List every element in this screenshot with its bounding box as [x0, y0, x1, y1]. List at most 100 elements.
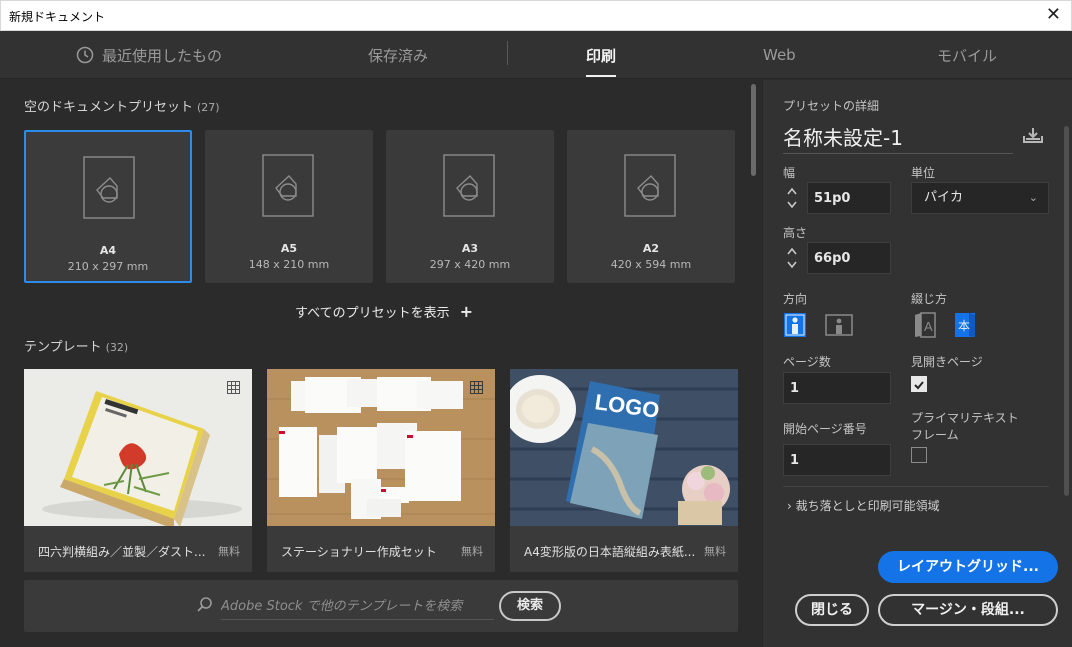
- width-field[interactable]: [807, 182, 891, 214]
- preset-details-panel: プリセットの詳細 名称未設定-1 幅 単位 パイカ ⌄ 高さ 方向 綴じ方 A: [762, 80, 1072, 647]
- tab-web[interactable]: Web: [763, 31, 796, 79]
- template-price: 無料: [218, 545, 240, 558]
- portrait-orientation-icon[interactable]: [783, 312, 807, 338]
- facing-pages-checkbox[interactable]: [911, 376, 927, 392]
- binding-label: 綴じ方: [911, 292, 948, 306]
- preset-size: 297 x 420 mm: [429, 258, 511, 271]
- grid-icon: [227, 381, 240, 394]
- chevron-right-icon: ›: [787, 499, 792, 513]
- category-tabs: 最近使用したもの 保存済み 印刷 Web モバイル: [0, 31, 1072, 79]
- template-name: A4変形版の日本語縦組み表紙...: [524, 545, 696, 559]
- tab-recent[interactable]: 最近使用したもの: [76, 31, 222, 79]
- save-preset-icon[interactable]: [1021, 126, 1045, 144]
- left-panel: 空のドキュメントプリセット (27) A4 210 x 297 mm A5 148…: [0, 80, 762, 647]
- width-label: 幅: [783, 166, 796, 180]
- bleed-slug-label: 裁ち落としと印刷可能領域: [795, 499, 940, 513]
- bleed-slug-toggle[interactable]: › 裁ち落としと印刷可能領域: [787, 497, 940, 514]
- left-binding-icon[interactable]: A: [913, 312, 937, 338]
- tab-saved[interactable]: 保存済み: [368, 31, 428, 79]
- primary-text-frame-label-line1: プライマリテキスト: [911, 411, 1019, 425]
- facing-pages-label: 見開きページ: [911, 355, 983, 369]
- stock-search-input[interactable]: [221, 594, 494, 620]
- template-card-stationery[interactable]: ステーショナリー作成セット 無料: [267, 369, 495, 572]
- preset-name: A2: [642, 242, 660, 255]
- preset-name: A5: [280, 242, 298, 255]
- tab-mobile[interactable]: モバイル: [937, 31, 997, 79]
- width-stepper[interactable]: [785, 184, 799, 212]
- document-name-underline: [783, 153, 1013, 154]
- preset-name: A3: [461, 242, 479, 255]
- unit-select-value: パイカ: [924, 190, 964, 205]
- document-preset-icon: [443, 154, 495, 217]
- template-price: 無料: [704, 545, 726, 558]
- document-preset-icon: [624, 154, 676, 217]
- window-title: 新規ドキュメント: [9, 10, 106, 24]
- presets-count: (27): [197, 101, 220, 114]
- primary-text-frame-label: プライマリテキスト フレーム: [911, 409, 1019, 443]
- height-field[interactable]: [807, 242, 891, 274]
- preset-size: 148 x 210 mm: [248, 258, 330, 271]
- document-name[interactable]: 名称未設定-1: [783, 122, 903, 151]
- template-thumbnail: [24, 369, 252, 526]
- title-bar: 新規ドキュメント ✕: [0, 0, 1072, 31]
- checkmark-icon: [914, 381, 924, 390]
- book-cover-image: [24, 369, 252, 526]
- preset-a2[interactable]: A2 420 x 594 mm: [567, 130, 735, 283]
- right-binding-icon[interactable]: 本: [953, 312, 977, 338]
- left-scrollbar[interactable]: [751, 84, 756, 176]
- magazine-image: LOGO: [510, 369, 738, 526]
- unit-select[interactable]: パイカ ⌄: [911, 182, 1049, 214]
- plus-icon: +: [459, 302, 473, 321]
- presets-title: 空のドキュメントプリセット: [24, 100, 194, 115]
- preset-a4[interactable]: A4 210 x 297 mm: [24, 130, 192, 283]
- unit-label: 単位: [911, 166, 936, 180]
- height-stepper[interactable]: [785, 244, 799, 272]
- templates-heading: テンプレート (32): [24, 336, 128, 355]
- template-price: 無料: [461, 545, 483, 558]
- stock-search-bar: 検索: [24, 580, 738, 632]
- right-scrollbar[interactable]: [1064, 126, 1069, 496]
- primary-text-frame-checkbox[interactable]: [911, 447, 927, 463]
- tab-divider: [507, 41, 508, 65]
- preset-a5[interactable]: A5 148 x 210 mm: [205, 130, 373, 283]
- template-name: ステーショナリー作成セット: [281, 545, 437, 559]
- template-thumbnail: [267, 369, 495, 526]
- svg-text:本: 本: [958, 319, 970, 333]
- chevron-down-icon: ⌄: [1028, 191, 1038, 204]
- pages-label: ページ数: [783, 355, 831, 369]
- stationery-image: [267, 369, 495, 526]
- preset-size: 210 x 297 mm: [67, 260, 149, 273]
- clock-icon: [76, 46, 94, 64]
- section-divider: [783, 486, 1049, 487]
- document-preset-icon: [262, 154, 314, 217]
- pages-field[interactable]: [783, 372, 891, 404]
- preset-name: A4: [99, 244, 117, 257]
- template-card-magazine[interactable]: LOGO A4変形版の日本語縦組み表紙... 無料: [510, 369, 738, 572]
- tab-recent-label: 最近使用したもの: [102, 46, 223, 65]
- start-page-field[interactable]: [783, 444, 891, 476]
- svg-text:A: A: [924, 319, 933, 334]
- height-label: 高さ: [783, 226, 808, 240]
- presets-heading: 空のドキュメントプリセット (27): [24, 96, 220, 115]
- preset-a3[interactable]: A3 297 x 420 mm: [386, 130, 554, 283]
- layout-grid-button[interactable]: レイアウトグリッド...: [878, 551, 1058, 583]
- margins-columns-button[interactable]: マージン・段組...: [878, 594, 1058, 626]
- show-all-label: すべてのプリセットを表示: [295, 306, 450, 321]
- orientation-label: 方向: [783, 292, 808, 306]
- document-preset-icon: [83, 156, 135, 219]
- template-thumbnail: LOGO: [510, 369, 738, 526]
- search-icon: [197, 597, 212, 612]
- templates-count: (32): [105, 341, 129, 354]
- start-page-label: 開始ページ番号: [783, 422, 867, 436]
- close-button[interactable]: 閉じる: [795, 594, 869, 626]
- show-all-presets-link[interactable]: すべてのプリセットを表示 +: [295, 302, 473, 321]
- search-button[interactable]: 検索: [499, 591, 561, 621]
- tab-print[interactable]: 印刷: [586, 31, 617, 79]
- template-name: 四六判横組み／並製／ダスト...: [38, 545, 206, 559]
- preset-size: 420 x 594 mm: [610, 258, 692, 271]
- close-icon[interactable]: ✕: [1046, 5, 1061, 25]
- template-card-book[interactable]: 四六判横組み／並製／ダスト... 無料: [24, 369, 252, 572]
- templates-title: テンプレート: [24, 340, 102, 355]
- landscape-orientation-icon[interactable]: [825, 314, 853, 336]
- preset-details-header: プリセットの詳細: [783, 99, 880, 113]
